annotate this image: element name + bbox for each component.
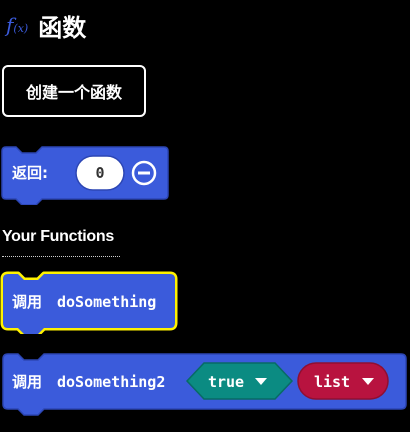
- category-header: f(x) 函数: [6, 8, 86, 42]
- return-label: 返回:: [12, 164, 48, 182]
- call-keyword: 调用: [12, 293, 42, 311]
- return-value: 0: [95, 164, 104, 182]
- your-functions-heading: Your Functions: [2, 228, 114, 245]
- function-name: doSomething2: [57, 373, 165, 391]
- call-keyword: 调用: [12, 373, 42, 391]
- list-argument-value: list: [314, 373, 350, 391]
- list-argument-dropdown[interactable]: list: [297, 362, 389, 400]
- return-block[interactable]: 返回: 0: [0, 145, 172, 205]
- category-title: 函数: [38, 13, 87, 42]
- call-block-do-something2[interactable]: 调用 doSomething2 true list: [0, 352, 410, 418]
- function-icon: f(x): [6, 13, 29, 37]
- call-block-do-something[interactable]: 调用 doSomething: [0, 270, 180, 334]
- make-function-button[interactable]: 创建一个函数: [2, 65, 146, 117]
- return-value-field[interactable]: 0: [75, 155, 125, 191]
- function-name: doSomething: [57, 293, 156, 311]
- boolean-argument-dropdown[interactable]: true: [185, 362, 294, 400]
- section-divider: [2, 256, 120, 257]
- boolean-argument-value: true: [208, 373, 244, 391]
